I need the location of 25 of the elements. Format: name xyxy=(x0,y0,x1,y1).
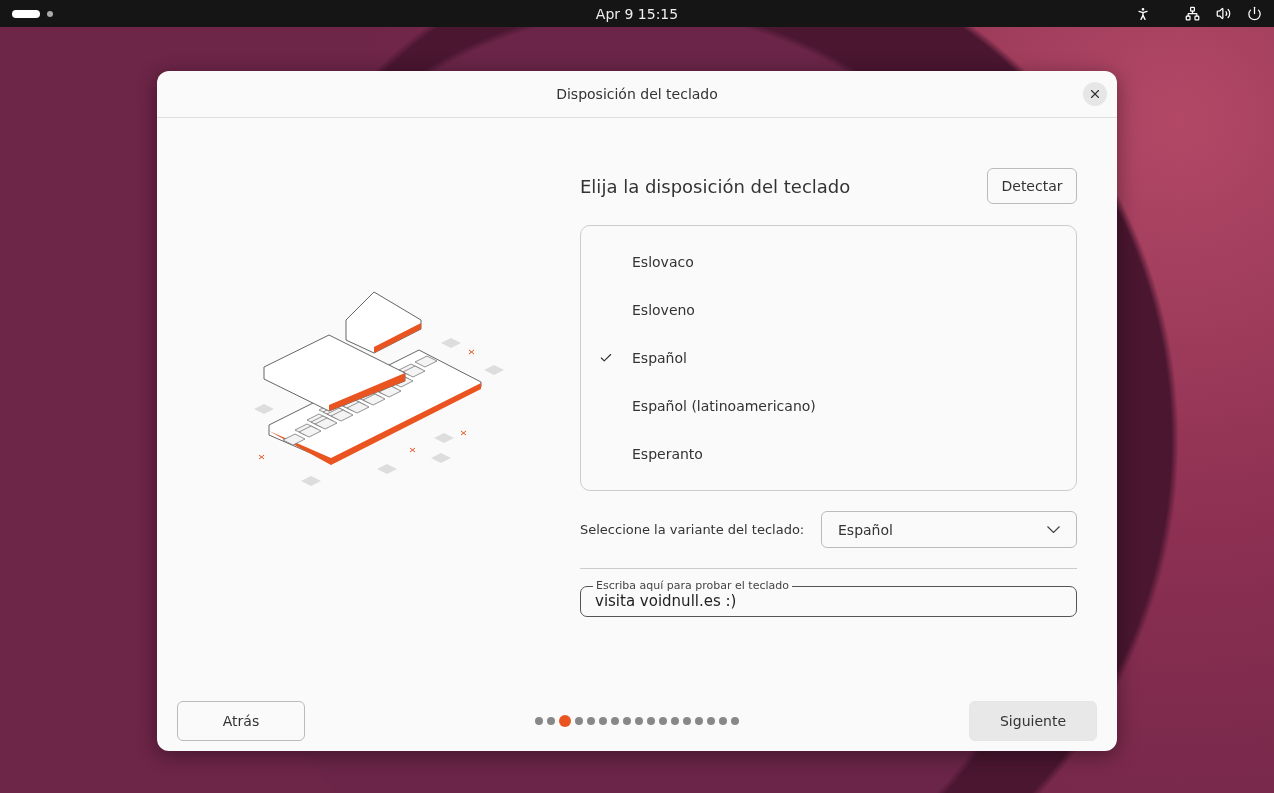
variant-dropdown[interactable]: Español xyxy=(821,511,1077,548)
variant-label: Seleccione la variante del teclado: xyxy=(580,522,805,537)
back-button[interactable]: Atrás xyxy=(177,701,305,741)
field-label: Escriba aquí para probar el teclado xyxy=(595,581,790,591)
layout-item[interactable]: Esloveno xyxy=(581,286,1076,334)
chevron-down-icon xyxy=(1047,526,1060,533)
power-icon[interactable] xyxy=(1247,6,1262,21)
layout-item[interactable]: Español xyxy=(581,334,1076,382)
close-button[interactable] xyxy=(1083,82,1107,106)
detect-button[interactable]: Detectar xyxy=(987,168,1077,204)
accessibility-icon[interactable] xyxy=(1135,5,1151,22)
section-heading: Elija la disposición del teclado xyxy=(580,175,851,197)
layout-item[interactable]: Esperanto xyxy=(581,430,1076,478)
layout-item[interactable]: Español (latinoamericano) xyxy=(581,382,1076,430)
next-button[interactable]: Siguiente xyxy=(969,701,1097,741)
volume-icon[interactable] xyxy=(1216,6,1231,21)
window-title: Disposición del teclado xyxy=(556,86,718,102)
layout-item[interactable]: Eslovaco xyxy=(581,238,1076,286)
clock[interactable]: Apr 9 15:15 xyxy=(595,5,679,22)
test-input-field[interactable]: Escriba aquí para probar el teclado visita voidnull.es :) xyxy=(580,581,1077,617)
workspace-dot[interactable] xyxy=(47,10,53,17)
close-icon xyxy=(1088,87,1102,101)
workspace-indicator[interactable] xyxy=(12,9,40,18)
network-icon[interactable] xyxy=(1185,6,1200,21)
test-input[interactable]: visita voidnull.es :) xyxy=(595,592,1062,610)
